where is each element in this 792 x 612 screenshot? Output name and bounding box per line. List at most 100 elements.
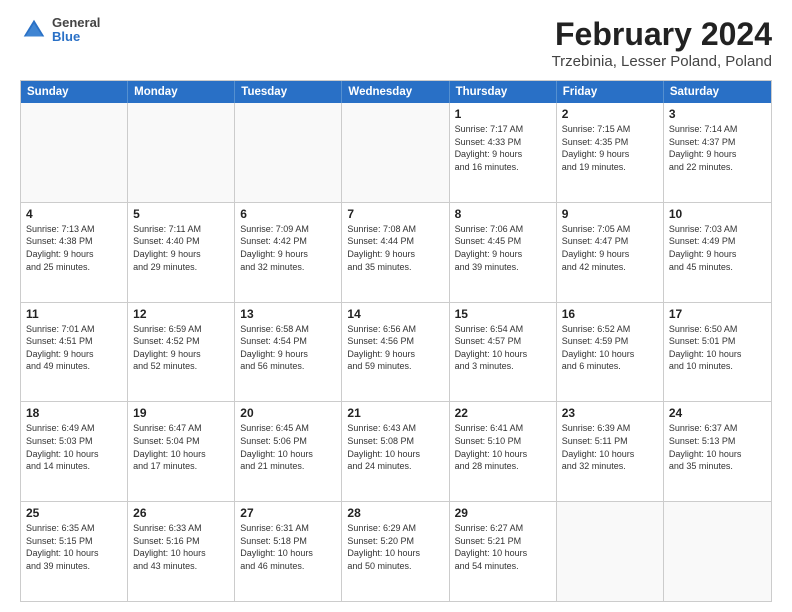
calendar-header-cell: Sunday (21, 81, 128, 103)
calendar-cell: 17 Sunrise: 6:50 AM Sunset: 5:01 PM Dayli… (664, 303, 771, 402)
calendar-body: 1 Sunrise: 7:17 AM Sunset: 4:33 PM Daylig… (21, 103, 771, 601)
day-info: Sunrise: 7:17 AM Sunset: 4:33 PM Dayligh… (455, 123, 551, 173)
calendar-cell: 7 Sunrise: 7:08 AM Sunset: 4:44 PM Daylig… (342, 203, 449, 302)
calendar-row: 18 Sunrise: 6:49 AM Sunset: 5:03 PM Dayli… (21, 401, 771, 501)
calendar-cell: 27 Sunrise: 6:31 AM Sunset: 5:18 PM Dayli… (235, 502, 342, 601)
day-number: 5 (133, 207, 229, 221)
calendar-cell: 9 Sunrise: 7:05 AM Sunset: 4:47 PM Daylig… (557, 203, 664, 302)
calendar-header: SundayMondayTuesdayWednesdayThursdayFrid… (21, 81, 771, 103)
day-number: 28 (347, 506, 443, 520)
calendar-row: 4Sunrise: 7:13 AM Sunset: 4:38 PM Daylig… (21, 202, 771, 302)
subtitle: Trzebinia, Lesser Poland, Poland (552, 53, 772, 70)
calendar-cell: 16Sunrise: 6:52 AM Sunset: 4:59 PM Dayli… (557, 303, 664, 402)
calendar-row: 11 Sunrise: 7:01 AM Sunset: 4:51 PM Dayli… (21, 302, 771, 402)
day-number: 19 (133, 406, 229, 420)
main-title: February 2024 (552, 16, 772, 53)
header: General Blue February 2024 Trzebinia, Le… (20, 16, 772, 70)
title-block: February 2024 Trzebinia, Lesser Poland, … (552, 16, 772, 70)
day-info: Sunrise: 6:58 AM Sunset: 4:54 PM Dayligh… (240, 323, 336, 373)
calendar-header-cell: Wednesday (342, 81, 449, 103)
calendar-cell: 22 Sunrise: 6:41 AM Sunset: 5:10 PM Dayli… (450, 402, 557, 501)
calendar-cell: 14 Sunrise: 6:56 AM Sunset: 4:56 PM Dayli… (342, 303, 449, 402)
calendar-cell: 24 Sunrise: 6:37 AM Sunset: 5:13 PM Dayli… (664, 402, 771, 501)
day-info: Sunrise: 7:06 AM Sunset: 4:45 PM Dayligh… (455, 223, 551, 273)
day-info: Sunrise: 6:45 AM Sunset: 5:06 PM Dayligh… (240, 422, 336, 472)
calendar-cell: 20Sunrise: 6:45 AM Sunset: 5:06 PM Dayli… (235, 402, 342, 501)
day-number: 26 (133, 506, 229, 520)
day-info: Sunrise: 6:50 AM Sunset: 5:01 PM Dayligh… (669, 323, 766, 373)
day-number: 6 (240, 207, 336, 221)
calendar-cell: 1 Sunrise: 7:17 AM Sunset: 4:33 PM Daylig… (450, 103, 557, 202)
day-number: 13 (240, 307, 336, 321)
day-info: Sunrise: 6:35 AM Sunset: 5:15 PM Dayligh… (26, 522, 122, 572)
calendar-cell: 2Sunrise: 7:15 AM Sunset: 4:35 PM Daylig… (557, 103, 664, 202)
calendar-cell: 25 Sunrise: 6:35 AM Sunset: 5:15 PM Dayli… (21, 502, 128, 601)
day-info: Sunrise: 7:05 AM Sunset: 4:47 PM Dayligh… (562, 223, 658, 273)
calendar-header-cell: Friday (557, 81, 664, 103)
day-info: Sunrise: 6:54 AM Sunset: 4:57 PM Dayligh… (455, 323, 551, 373)
calendar-cell (664, 502, 771, 601)
calendar-cell: 18 Sunrise: 6:49 AM Sunset: 5:03 PM Dayli… (21, 402, 128, 501)
day-info: Sunrise: 6:47 AM Sunset: 5:04 PM Dayligh… (133, 422, 229, 472)
day-number: 23 (562, 406, 658, 420)
day-info: Sunrise: 6:37 AM Sunset: 5:13 PM Dayligh… (669, 422, 766, 472)
day-number: 4 (26, 207, 122, 221)
day-info: Sunrise: 6:33 AM Sunset: 5:16 PM Dayligh… (133, 522, 229, 572)
calendar-cell: 29 Sunrise: 6:27 AM Sunset: 5:21 PM Dayli… (450, 502, 557, 601)
day-number: 18 (26, 406, 122, 420)
calendar-cell (21, 103, 128, 202)
day-info: Sunrise: 6:41 AM Sunset: 5:10 PM Dayligh… (455, 422, 551, 472)
day-number: 29 (455, 506, 551, 520)
calendar-cell: 12Sunrise: 6:59 AM Sunset: 4:52 PM Dayli… (128, 303, 235, 402)
day-number: 11 (26, 307, 122, 321)
day-number: 16 (562, 307, 658, 321)
day-info: Sunrise: 7:15 AM Sunset: 4:35 PM Dayligh… (562, 123, 658, 173)
day-info: Sunrise: 6:49 AM Sunset: 5:03 PM Dayligh… (26, 422, 122, 472)
day-info: Sunrise: 6:27 AM Sunset: 5:21 PM Dayligh… (455, 522, 551, 572)
calendar-cell: 19 Sunrise: 6:47 AM Sunset: 5:04 PM Dayli… (128, 402, 235, 501)
day-info: Sunrise: 6:39 AM Sunset: 5:11 PM Dayligh… (562, 422, 658, 472)
logo-text: General Blue (52, 16, 100, 45)
day-info: Sunrise: 7:09 AM Sunset: 4:42 PM Dayligh… (240, 223, 336, 273)
day-number: 15 (455, 307, 551, 321)
calendar-cell: 8 Sunrise: 7:06 AM Sunset: 4:45 PM Daylig… (450, 203, 557, 302)
calendar-cell: 21 Sunrise: 6:43 AM Sunset: 5:08 PM Dayli… (342, 402, 449, 501)
calendar-cell: 6 Sunrise: 7:09 AM Sunset: 4:42 PM Daylig… (235, 203, 342, 302)
logo-general: General (52, 16, 100, 30)
calendar-row: 25 Sunrise: 6:35 AM Sunset: 5:15 PM Dayli… (21, 501, 771, 601)
calendar-cell (235, 103, 342, 202)
day-number: 27 (240, 506, 336, 520)
day-number: 17 (669, 307, 766, 321)
day-number: 3 (669, 107, 766, 121)
day-info: Sunrise: 7:08 AM Sunset: 4:44 PM Dayligh… (347, 223, 443, 273)
calendar: SundayMondayTuesdayWednesdayThursdayFrid… (20, 80, 772, 602)
day-info: Sunrise: 6:56 AM Sunset: 4:56 PM Dayligh… (347, 323, 443, 373)
day-info: Sunrise: 6:43 AM Sunset: 5:08 PM Dayligh… (347, 422, 443, 472)
day-number: 14 (347, 307, 443, 321)
calendar-header-cell: Tuesday (235, 81, 342, 103)
day-number: 21 (347, 406, 443, 420)
calendar-cell: 3 Sunrise: 7:14 AM Sunset: 4:37 PM Daylig… (664, 103, 771, 202)
day-number: 12 (133, 307, 229, 321)
day-number: 8 (455, 207, 551, 221)
day-number: 24 (669, 406, 766, 420)
day-info: Sunrise: 7:03 AM Sunset: 4:49 PM Dayligh… (669, 223, 766, 273)
day-info: Sunrise: 7:11 AM Sunset: 4:40 PM Dayligh… (133, 223, 229, 273)
day-info: Sunrise: 7:01 AM Sunset: 4:51 PM Dayligh… (26, 323, 122, 373)
calendar-cell: 10Sunrise: 7:03 AM Sunset: 4:49 PM Dayli… (664, 203, 771, 302)
logo: General Blue (20, 16, 100, 45)
calendar-cell: 4Sunrise: 7:13 AM Sunset: 4:38 PM Daylig… (21, 203, 128, 302)
calendar-cell: 15 Sunrise: 6:54 AM Sunset: 4:57 PM Dayli… (450, 303, 557, 402)
calendar-cell: 13 Sunrise: 6:58 AM Sunset: 4:54 PM Dayli… (235, 303, 342, 402)
day-info: Sunrise: 6:31 AM Sunset: 5:18 PM Dayligh… (240, 522, 336, 572)
day-number: 9 (562, 207, 658, 221)
calendar-cell: 28Sunrise: 6:29 AM Sunset: 5:20 PM Dayli… (342, 502, 449, 601)
calendar-header-cell: Thursday (450, 81, 557, 103)
day-number: 22 (455, 406, 551, 420)
calendar-header-cell: Monday (128, 81, 235, 103)
day-info: Sunrise: 7:14 AM Sunset: 4:37 PM Dayligh… (669, 123, 766, 173)
day-number: 7 (347, 207, 443, 221)
day-number: 25 (26, 506, 122, 520)
day-number: 1 (455, 107, 551, 121)
calendar-cell (342, 103, 449, 202)
